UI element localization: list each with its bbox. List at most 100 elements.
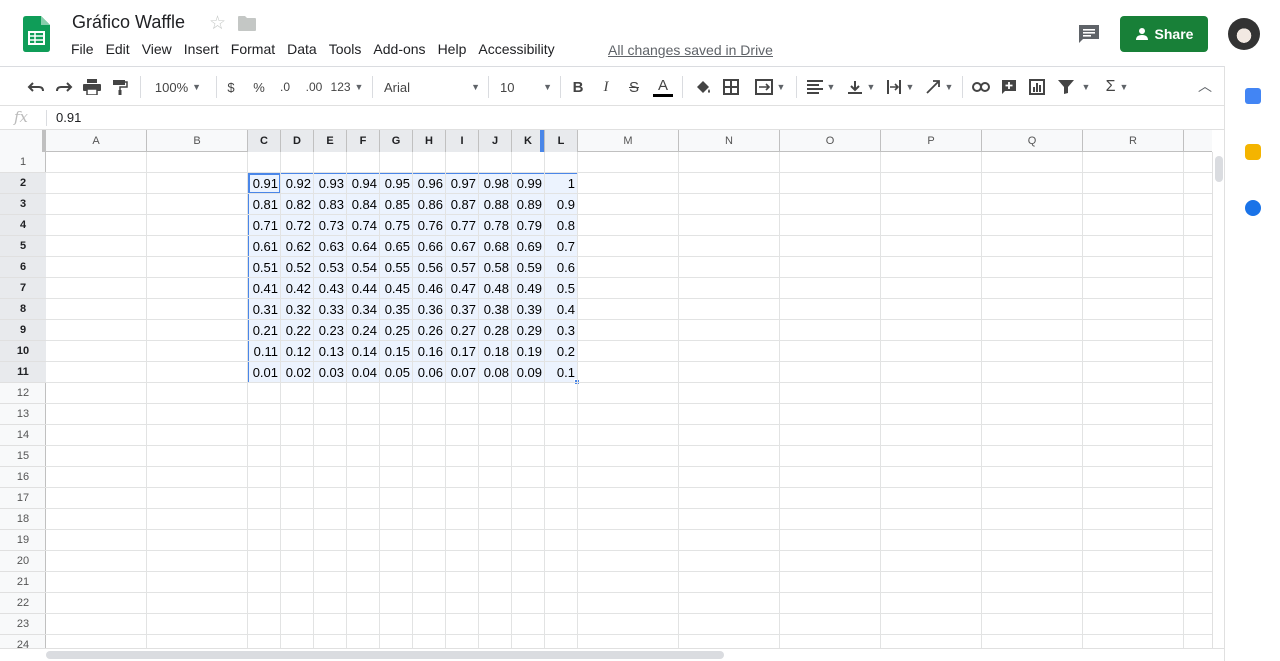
row-header-1[interactable]: 1 (0, 152, 46, 173)
cell-d11[interactable]: 0.02 (281, 362, 314, 383)
row-header-10[interactable]: 10 (0, 341, 46, 362)
row-header-22[interactable]: 22 (0, 593, 46, 614)
cell-f5[interactable]: 0.64 (347, 236, 380, 257)
cell-i7[interactable]: 0.47 (446, 278, 479, 299)
borders-icon[interactable] (720, 67, 742, 107)
cell-i4[interactable]: 0.77 (446, 215, 479, 236)
menu-file[interactable]: File (71, 41, 94, 57)
font-size-select[interactable]: 10 ▼ (500, 67, 552, 107)
cell-c4[interactable]: 0.71 (248, 215, 281, 236)
collapse-toolbar-icon[interactable]: ︿ (1198, 76, 1212, 96)
menu-view[interactable]: View (142, 41, 172, 57)
row-header-11[interactable]: 11 (0, 362, 46, 383)
text-wrap-icon[interactable]: ▼ (882, 67, 918, 107)
column-header-m[interactable]: M (578, 130, 679, 152)
cell-c9[interactable]: 0.21 (248, 320, 281, 341)
paint-format-icon[interactable] (108, 67, 132, 107)
cell-k4[interactable]: 0.79 (512, 215, 545, 236)
cell-f9[interactable]: 0.24 (347, 320, 380, 341)
cell-l2[interactable]: 1 (545, 173, 578, 194)
menu-help[interactable]: Help (438, 41, 467, 57)
cell-j7[interactable]: 0.48 (479, 278, 512, 299)
cell-e11[interactable]: 0.03 (314, 362, 347, 383)
horizontal-scrollbar[interactable] (0, 648, 1224, 661)
cell-h5[interactable]: 0.66 (413, 236, 446, 257)
cell-f7[interactable]: 0.44 (347, 278, 380, 299)
document-title[interactable]: Gráfico Waffle (72, 12, 185, 33)
vertical-align-icon[interactable]: ▼ (844, 67, 878, 107)
cell-g5[interactable]: 0.65 (380, 236, 413, 257)
row-header-17[interactable]: 17 (0, 488, 46, 509)
cell-area[interactable]: 0.91 0.92 0.93 0.94 0.95 0.96 0.97 0.98 0.99 1 0.8… (46, 152, 1212, 650)
redo-icon[interactable] (52, 67, 76, 107)
cell-l3[interactable]: 0.9 (545, 194, 578, 215)
cell-j8[interactable]: 0.38 (479, 299, 512, 320)
keep-icon[interactable] (1245, 144, 1261, 160)
column-header-f[interactable]: F (347, 130, 380, 152)
cell-k10[interactable]: 0.19 (512, 341, 545, 362)
cell-g8[interactable]: 0.35 (380, 299, 413, 320)
cell-f3[interactable]: 0.84 (347, 194, 380, 215)
tasks-icon[interactable] (1245, 200, 1261, 216)
cell-k5[interactable]: 0.69 (512, 236, 545, 257)
cell-j6[interactable]: 0.58 (479, 257, 512, 278)
column-header-b[interactable]: B (147, 130, 248, 152)
save-status-link[interactable]: All changes saved in Drive (608, 42, 773, 58)
cell-j4[interactable]: 0.78 (479, 215, 512, 236)
filter-icon[interactable]: ▼ (1054, 67, 1094, 107)
cell-e9[interactable]: 0.23 (314, 320, 347, 341)
folder-icon[interactable] (238, 16, 256, 31)
formula-input[interactable]: 0.91 (56, 110, 81, 125)
column-header-r[interactable]: R (1083, 130, 1184, 152)
column-header-h[interactable]: H (413, 130, 446, 152)
cell-g11[interactable]: 0.05 (380, 362, 413, 383)
undo-icon[interactable] (24, 67, 48, 107)
column-header-l[interactable]: L (545, 130, 578, 152)
font-family-select[interactable]: Arial ▼ (384, 67, 480, 107)
menu-format[interactable]: Format (231, 41, 275, 57)
cell-j9[interactable]: 0.28 (479, 320, 512, 341)
row-header-18[interactable]: 18 (0, 509, 46, 530)
menu-data[interactable]: Data (287, 41, 317, 57)
cell-g7[interactable]: 0.45 (380, 278, 413, 299)
comments-icon[interactable] (1078, 24, 1100, 44)
cell-e8[interactable]: 0.33 (314, 299, 347, 320)
merge-cells-icon[interactable]: ▼ (750, 67, 790, 107)
column-header-o[interactable]: O (780, 130, 881, 152)
cell-i6[interactable]: 0.57 (446, 257, 479, 278)
avatar[interactable] (1228, 18, 1260, 50)
cell-l10[interactable]: 0.2 (545, 341, 578, 362)
text-color-button[interactable]: A (652, 67, 674, 107)
insert-chart-icon[interactable] (1026, 67, 1048, 107)
cell-h7[interactable]: 0.46 (413, 278, 446, 299)
strikethrough-button[interactable]: S (624, 67, 644, 107)
cell-l5[interactable]: 0.7 (545, 236, 578, 257)
cell-c2[interactable]: 0.91 (248, 173, 281, 194)
row-header-3[interactable]: 3 (0, 194, 46, 215)
fill-color-icon[interactable] (692, 67, 714, 107)
cell-c10[interactable]: 0.11 (248, 341, 281, 362)
vertical-scroll-thumb[interactable] (1215, 156, 1223, 182)
cell-l6[interactable]: 0.6 (545, 257, 578, 278)
row-header-20[interactable]: 20 (0, 551, 46, 572)
cell-h8[interactable]: 0.36 (413, 299, 446, 320)
row-header-6[interactable]: 6 (0, 257, 46, 278)
cell-f10[interactable]: 0.14 (347, 341, 380, 362)
row-header-7[interactable]: 7 (0, 278, 46, 299)
cell-j3[interactable]: 0.88 (479, 194, 512, 215)
cell-j10[interactable]: 0.18 (479, 341, 512, 362)
insert-comment-icon[interactable] (998, 67, 1020, 107)
cell-e5[interactable]: 0.63 (314, 236, 347, 257)
column-header-j[interactable]: J (479, 130, 512, 152)
cell-d2[interactable]: 0.92 (281, 173, 314, 194)
column-resize-handle[interactable] (540, 130, 544, 152)
cell-c7[interactable]: 0.41 (248, 278, 281, 299)
row-header-2[interactable]: 2 (0, 173, 46, 194)
cell-d6[interactable]: 0.52 (281, 257, 314, 278)
column-header-p[interactable]: P (881, 130, 982, 152)
cell-c11[interactable]: 0.01 (248, 362, 281, 383)
column-header-q[interactable]: Q (982, 130, 1083, 152)
cell-g2[interactable]: 0.95 (380, 173, 413, 194)
cell-k9[interactable]: 0.29 (512, 320, 545, 341)
cell-j2[interactable]: 0.98 (479, 173, 512, 194)
